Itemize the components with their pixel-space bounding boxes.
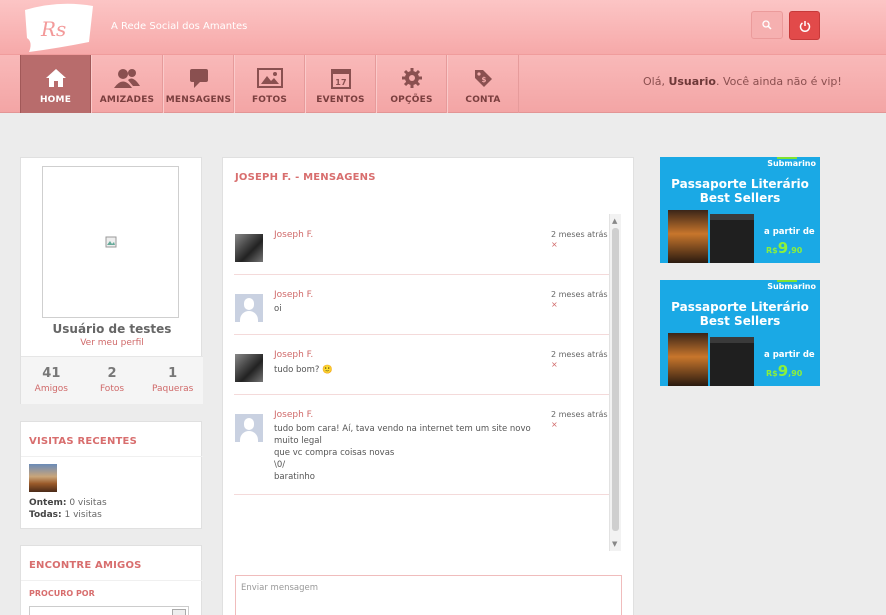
- scroll-down-icon[interactable]: ▼: [612, 540, 617, 548]
- visitor-avatar[interactable]: [29, 464, 57, 492]
- ad-from-label: a partir de: [764, 350, 815, 360]
- stat-amigos[interactable]: 41 Amigos: [21, 357, 82, 404]
- nav-mensagens[interactable]: MENSAGENS: [163, 55, 234, 113]
- message-compose-input[interactable]: Enviar mensagem: [235, 575, 622, 615]
- message-author[interactable]: Joseph F.: [274, 290, 313, 300]
- profile-avatar[interactable]: [42, 166, 179, 318]
- nav-label: EVENTOS: [316, 95, 365, 105]
- find-friends-title: ENCONTRE AMIGOS: [29, 560, 142, 571]
- nav-home[interactable]: HOME: [20, 55, 91, 113]
- nav-label: AMIZADES: [99, 95, 155, 105]
- delete-message-button[interactable]: ×: [551, 240, 558, 249]
- divider: [21, 456, 203, 457]
- visits-total: Todas: 1 visitas: [29, 510, 102, 520]
- users-icon: [114, 69, 140, 88]
- nav-label: CONTA: [465, 95, 501, 105]
- ad-price: R$9,90: [766, 362, 803, 380]
- recent-visits-card: VISITAS RECENTES Ontem: 0 visitas Todas:…: [20, 421, 203, 529]
- ad-books-image: [668, 210, 754, 263]
- nav-conta[interactable]: $ CONTA: [447, 55, 519, 113]
- message-item: Joseph F. tudo bom cara! Aí, tava vendo …: [234, 395, 609, 495]
- compose-placeholder: Enviar mensagem: [241, 583, 318, 593]
- scroll-thumb[interactable]: [612, 228, 619, 531]
- search-button[interactable]: [751, 11, 783, 39]
- svg-text:$: $: [481, 76, 486, 84]
- nav-eventos[interactable]: 17 EVENTOS: [305, 55, 376, 113]
- delete-message-button[interactable]: ×: [551, 300, 558, 309]
- ad-title: Passaporte Literário Best Sellers: [671, 300, 809, 328]
- stat-paqueras[interactable]: 1 Paqueras: [142, 357, 203, 404]
- logo-text: Rs: [40, 17, 66, 41]
- chat-icon: [189, 69, 208, 88]
- nav-label: MENSAGENS: [165, 95, 232, 105]
- message-author[interactable]: Joseph F.: [274, 410, 313, 420]
- stat-fotos[interactable]: 2 Fotos: [82, 357, 143, 404]
- ad-banner[interactable]: Submarino Passaporte Literário Best Selle…: [660, 280, 820, 386]
- site-tagline: A Rede Social dos Amantes: [111, 21, 248, 32]
- nav-label: HOME: [39, 95, 72, 105]
- site-logo[interactable]: Rs: [19, 2, 95, 52]
- main-navbar: HOME AMIZADES MENSAGENS FOTOS 17 EVENTOS…: [0, 55, 886, 113]
- sender-avatar[interactable]: [235, 414, 263, 442]
- tag-icon: $: [475, 70, 492, 87]
- nav-fotos[interactable]: FOTOS: [234, 55, 305, 113]
- nav-opcoes[interactable]: OPÇÕES: [376, 55, 447, 113]
- message-item: Joseph F. 2 meses atrás ×: [234, 214, 609, 275]
- sender-avatar[interactable]: [235, 234, 263, 262]
- broken-image-icon: [105, 236, 116, 248]
- message-text: tudo bom? 🙂: [274, 365, 333, 375]
- delete-message-button[interactable]: ×: [551, 420, 558, 429]
- ad-from-label: a partir de: [764, 227, 815, 237]
- message-item: Joseph F. tudo bom? 🙂 2 meses atrás ×: [234, 335, 609, 395]
- find-friends-card: ENCONTRE AMIGOS PROCURO POR: [20, 545, 203, 615]
- message-time: 2 meses atrás: [551, 410, 608, 419]
- chevron-down-icon[interactable]: [172, 609, 186, 615]
- search-select[interactable]: [29, 606, 189, 615]
- profile-stats: 41 Amigos 2 Fotos 1 Paqueras: [21, 356, 203, 404]
- nav-menu: HOME AMIZADES MENSAGENS FOTOS 17 EVENTOS…: [20, 55, 519, 113]
- home-icon: [45, 69, 66, 87]
- message-item: Joseph F. oi 2 meses atrás ×: [234, 275, 609, 335]
- ad-brand: Submarino: [767, 280, 816, 291]
- divider: [21, 580, 203, 581]
- nav-amizades[interactable]: AMIZADES: [91, 55, 163, 113]
- logout-button[interactable]: [789, 11, 820, 40]
- message-time: 2 meses atrás: [551, 290, 608, 299]
- message-time: 2 meses atrás: [551, 230, 608, 239]
- profile-name: Usuário de testes: [52, 322, 172, 336]
- profile-card: Usuário de testes Ver meu perfil 41 Amigo…: [20, 157, 203, 404]
- ad-books-image: [668, 333, 754, 386]
- top-header: Rs A Rede Social dos Amantes: [0, 0, 886, 55]
- username: Usuario: [668, 75, 716, 88]
- ad-banner[interactable]: Submarino Passaporte Literário Best Selle…: [660, 157, 820, 263]
- ad-title: Passaporte Literário Best Sellers: [671, 177, 809, 205]
- calendar-icon: 17: [330, 69, 351, 89]
- power-icon: [799, 20, 810, 32]
- sender-avatar[interactable]: [235, 354, 263, 382]
- gear-icon: [401, 68, 422, 88]
- image-icon: [256, 68, 283, 88]
- user-greeting: Olá, Usuario. Você ainda não é vip!: [643, 75, 842, 88]
- message-author[interactable]: Joseph F.: [274, 230, 313, 240]
- nav-label: FOTOS: [251, 95, 288, 105]
- calendar-day: 17: [335, 78, 347, 87]
- delete-message-button[interactable]: ×: [551, 360, 558, 369]
- recent-visits-title: VISITAS RECENTES: [29, 436, 137, 447]
- message-list[interactable]: Joseph F. 2 meses atrás × Joseph F. oi 2…: [234, 214, 609, 551]
- message-time: 2 meses atrás: [551, 350, 608, 359]
- sender-avatar[interactable]: [235, 294, 263, 322]
- nav-label: OPÇÕES: [390, 95, 433, 105]
- ad-price: R$9,90: [766, 239, 803, 257]
- ad-brand: Submarino: [767, 157, 816, 168]
- search-label: PROCURO POR: [29, 589, 95, 598]
- message-scrollbar[interactable]: ▲ ▼: [609, 214, 621, 551]
- scroll-up-icon[interactable]: ▲: [612, 217, 617, 225]
- visits-yesterday: Ontem: 0 visitas: [29, 498, 107, 508]
- view-profile-link[interactable]: Ver meu perfil: [21, 338, 203, 348]
- message-author[interactable]: Joseph F.: [274, 350, 313, 360]
- message-text: tudo bom cara! Aí, tava vendo na interne…: [274, 424, 531, 482]
- search-icon: [762, 20, 772, 30]
- message-text: oi: [274, 304, 282, 314]
- messages-title: JOSEPH F. - MENSAGENS: [235, 172, 376, 183]
